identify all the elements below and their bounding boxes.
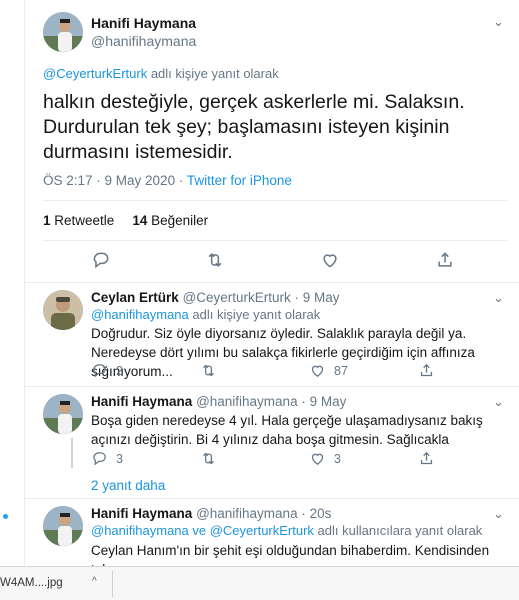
reply-icon[interactable]: 3	[91, 450, 123, 467]
author-name[interactable]: Ceylan Ertürk	[91, 290, 179, 305]
left-page-strip	[0, 0, 24, 566]
like-count: 3	[334, 451, 341, 466]
reply-date[interactable]: · 9 May	[298, 394, 346, 409]
like-icon[interactable]: 87	[309, 362, 348, 379]
tweet-thread-panel: Hanifi Haymana @hanifihaymana ⌄ @Ceyertu…	[24, 0, 519, 566]
reply-to-link[interactable]: @hanifihaymana	[91, 307, 189, 322]
reply-to-link[interactable]: @CeyerturkErturk	[43, 66, 147, 81]
reply-header: Hanifi Haymana @hanifihaymana · 9 May	[91, 394, 346, 409]
divider	[25, 282, 519, 283]
reply-icon[interactable]	[91, 250, 111, 270]
reply-to-suffix: adlı kişiye yanıt olarak	[188, 307, 321, 322]
thread-connector	[71, 438, 73, 468]
like-count: 87	[334, 363, 348, 378]
tweet-stats: 1 Retweetle 14 Beğeniler	[43, 213, 208, 228]
tweet-text: halkın desteğiyle, gerçek askerlerle mi.…	[43, 91, 465, 163]
share-icon[interactable]	[418, 362, 435, 379]
author-handle[interactable]: @hanifihaymana	[91, 33, 196, 49]
reply-to-link[interactable]: @hanifihaymana ve @CeyerturkErturk	[91, 523, 314, 538]
author-name[interactable]: Hanifi Haymana	[91, 394, 192, 409]
reply-context: @CeyerturkErturk adlı kişiye yanıt olara…	[43, 66, 279, 81]
retweet-icon[interactable]	[200, 362, 217, 379]
retweet-icon[interactable]	[205, 250, 225, 270]
author-handle[interactable]: @hanifihaymana	[196, 394, 298, 409]
reply-to-suffix: adlı kullanıcılara yanıt olarak	[313, 523, 483, 538]
download-filename[interactable]: W4AM....jpg	[0, 573, 63, 595]
avatar[interactable]	[43, 394, 83, 434]
download-bar: W4AM....jpg ^	[0, 566, 519, 600]
author-handle[interactable]: @hanifihaymana	[196, 506, 298, 521]
retweets-stat[interactable]: 1 Retweetle	[43, 213, 114, 228]
tweet-meta: ÖS 2:17 · 9 May 2020 · Twitter for iPhon…	[43, 173, 292, 188]
divider	[43, 200, 507, 201]
author-name[interactable]: Hanifi Haymana	[91, 15, 196, 31]
timestamp[interactable]: ÖS 2:17 · 9 May 2020 ·	[43, 173, 187, 188]
reply-date[interactable]: · 20s	[298, 506, 331, 521]
chevron-down-icon[interactable]: ⌄	[493, 290, 504, 306]
reply-text: Doğrudur. Siz öyle diyorsanız öyledir. S…	[91, 326, 475, 379]
like-icon[interactable]: 3	[309, 450, 341, 467]
reply-date[interactable]: · 9 May	[291, 290, 340, 305]
reply-text: Boşa giden neredeyse 4 yıl. Hala gerçeğe…	[91, 413, 483, 447]
like-icon[interactable]	[320, 250, 340, 270]
reply-count: 2	[116, 363, 123, 378]
share-icon[interactable]	[435, 250, 455, 270]
chevron-down-icon[interactable]: ⌄	[493, 14, 504, 30]
show-more-replies-link[interactable]: 2 yanıt daha	[91, 478, 165, 493]
retweet-icon[interactable]	[200, 450, 217, 467]
reply-header: Ceylan Ertürk @CeyerturkErturk · 9 May	[91, 290, 340, 305]
reply-context: @hanifihaymana ve @CeyerturkErturk adlı …	[91, 523, 482, 538]
author-handle[interactable]: @CeyerturkErturk	[183, 290, 291, 305]
share-icon[interactable]	[418, 450, 435, 467]
chevron-up-icon[interactable]: ^	[92, 576, 97, 587]
chevron-down-icon[interactable]: ⌄	[493, 394, 504, 410]
author-name[interactable]: Hanifi Haymana	[91, 506, 192, 521]
reply-text: Ceylan Hanım'ın bir şehit eşi olduğundan…	[91, 543, 490, 566]
chevron-down-icon[interactable]: ⌄	[493, 506, 504, 522]
download-divider	[112, 571, 113, 597]
reply-to-suffix: adlı kişiye yanıt olarak	[147, 66, 279, 81]
divider	[25, 498, 519, 499]
reply-context: @hanifihaymana adlı kişiye yanıt olarak	[91, 307, 320, 322]
notification-dot	[3, 514, 8, 519]
reply-count: 3	[116, 451, 123, 466]
divider	[43, 240, 507, 241]
avatar[interactable]	[43, 506, 83, 546]
divider	[25, 386, 519, 387]
avatar[interactable]	[43, 12, 83, 52]
source-link[interactable]: Twitter for iPhone	[187, 173, 292, 188]
main-tweet-actions	[25, 250, 519, 274]
avatar[interactable]	[43, 290, 83, 330]
reply-header: Hanifi Haymana @hanifihaymana · 20s	[91, 506, 331, 521]
likes-stat[interactable]: 14 Beğeniler	[132, 213, 208, 228]
reply-icon[interactable]: 2	[91, 362, 123, 379]
